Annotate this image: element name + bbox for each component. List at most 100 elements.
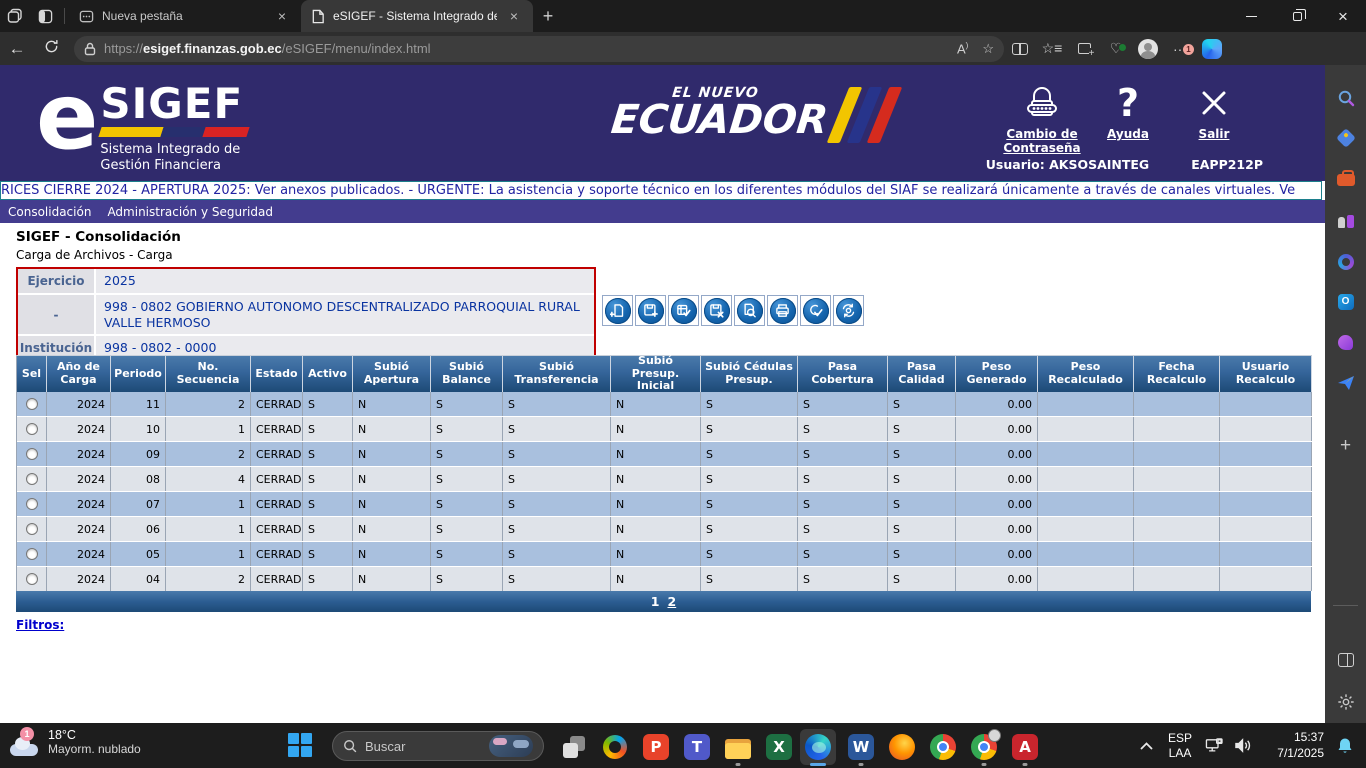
acrobat-icon[interactable] bbox=[1007, 729, 1043, 765]
table-cell: 2 bbox=[166, 392, 251, 416]
network-icon[interactable] bbox=[1200, 738, 1228, 754]
weather-widget[interactable]: 1 18°C Mayorm. nublado bbox=[10, 728, 141, 756]
table-cell: 2024 bbox=[47, 542, 111, 566]
save-add-button[interactable] bbox=[635, 295, 666, 326]
more-menu-icon[interactable]: ···1 bbox=[1164, 41, 1196, 57]
notification-bell-icon[interactable] bbox=[1324, 737, 1366, 754]
shopping-tag-icon[interactable] bbox=[1325, 123, 1366, 153]
row-select-radio[interactable] bbox=[26, 523, 38, 535]
microsoft365-icon[interactable] bbox=[1325, 247, 1366, 277]
table-cell: 0.00 bbox=[956, 492, 1038, 516]
restore-button[interactable] bbox=[1274, 0, 1320, 32]
quality-check-button[interactable] bbox=[800, 295, 831, 326]
favorite-star-icon[interactable]: ☆ bbox=[982, 41, 994, 57]
outlook-icon[interactable] bbox=[1325, 287, 1366, 317]
validate-button[interactable] bbox=[668, 295, 699, 326]
drop-icon[interactable] bbox=[1325, 327, 1366, 357]
edge-icon[interactable] bbox=[800, 729, 836, 765]
row-select-radio[interactable] bbox=[26, 548, 38, 560]
favorites-icon[interactable]: ☆≡ bbox=[1036, 40, 1068, 57]
add-icon[interactable]: + bbox=[1325, 431, 1366, 461]
hidden-icons-chevron[interactable] bbox=[1132, 737, 1160, 755]
copilot-icon[interactable] bbox=[1196, 39, 1228, 59]
change-password-button[interactable]: Cambio de Contraseña bbox=[1003, 79, 1081, 156]
row-select-radio[interactable] bbox=[26, 573, 38, 585]
table-cell bbox=[1134, 567, 1220, 591]
tab-actions-icon[interactable] bbox=[30, 4, 60, 28]
tools-icon[interactable] bbox=[1325, 165, 1366, 195]
table-cell: S bbox=[888, 492, 956, 516]
table-cell: S bbox=[701, 442, 798, 466]
profile-avatar[interactable] bbox=[1132, 39, 1164, 59]
designer-icon[interactable] bbox=[1325, 368, 1366, 398]
taskbar-search[interactable]: Buscar bbox=[332, 731, 544, 761]
table-cell: S bbox=[798, 517, 888, 541]
filters-link[interactable]: Filtros: bbox=[16, 618, 64, 632]
split-screen-icon[interactable] bbox=[1004, 43, 1036, 55]
row-select-radio[interactable] bbox=[26, 398, 38, 410]
close-button[interactable]: × bbox=[1320, 0, 1366, 32]
row-select-radio[interactable] bbox=[26, 498, 38, 510]
table-cell: 06 bbox=[111, 517, 166, 541]
workspaces-icon[interactable] bbox=[0, 4, 30, 28]
excel-icon[interactable] bbox=[761, 729, 797, 765]
games-icon[interactable] bbox=[1325, 206, 1366, 236]
table-cell: 4 bbox=[166, 467, 251, 491]
word-icon[interactable] bbox=[843, 729, 879, 765]
table-cell bbox=[1134, 542, 1220, 566]
delete-button[interactable] bbox=[701, 295, 732, 326]
table-cell: S bbox=[701, 392, 798, 416]
settings-gear-icon[interactable] bbox=[1325, 687, 1366, 717]
start-button[interactable] bbox=[288, 733, 313, 758]
tab-close-icon[interactable]: × bbox=[505, 8, 523, 24]
table-cell: S bbox=[701, 492, 798, 516]
recalculate-button[interactable] bbox=[833, 295, 864, 326]
row-select-radio[interactable] bbox=[26, 448, 38, 460]
collections-icon[interactable] bbox=[1068, 43, 1100, 54]
pdf-app-icon[interactable] bbox=[638, 729, 674, 765]
task-view-icon[interactable] bbox=[556, 729, 592, 765]
help-button[interactable]: ? Ayuda bbox=[1089, 79, 1167, 156]
url-field[interactable]: https://esigef.finanzas.gob.ec/eSIGEF/me… bbox=[74, 36, 1004, 62]
menu-administracion[interactable]: Administración y Seguridad bbox=[107, 205, 273, 219]
back-icon[interactable]: ← bbox=[0, 39, 34, 59]
table-cell: 1 bbox=[166, 517, 251, 541]
tab-nueva-pestana[interactable]: Nueva pestaña × bbox=[69, 0, 301, 32]
read-aloud-icon[interactable]: A) bbox=[957, 41, 968, 56]
copilot-icon[interactable] bbox=[597, 729, 633, 765]
lock-icon bbox=[84, 42, 96, 56]
minimize-button[interactable] bbox=[1228, 0, 1274, 32]
table-cell: S bbox=[431, 442, 503, 466]
table-cell: S bbox=[888, 467, 956, 491]
language-indicator[interactable]: ESP LAA bbox=[1160, 731, 1200, 761]
new-tab-button[interactable]: + bbox=[533, 6, 563, 27]
table-cell bbox=[1134, 442, 1220, 466]
chrome-icon[interactable] bbox=[925, 729, 961, 765]
column-header: Estado bbox=[251, 356, 303, 392]
table-cell: 09 bbox=[111, 442, 166, 466]
file-explorer-icon[interactable] bbox=[720, 729, 756, 765]
chrome-alt-icon[interactable] bbox=[966, 729, 1002, 765]
menu-consolidacion[interactable]: Consolidación bbox=[8, 205, 91, 219]
table-cell: S bbox=[431, 417, 503, 441]
tab-esigef-active[interactable]: eSIGEF - Sistema Integrado de G × bbox=[301, 0, 533, 32]
preview-button[interactable] bbox=[734, 295, 765, 326]
new-file-button[interactable] bbox=[602, 295, 633, 326]
table-cell: 10 bbox=[111, 417, 166, 441]
table-cell: S bbox=[431, 492, 503, 516]
row-select-radio[interactable] bbox=[26, 473, 38, 485]
page-number-link[interactable]: 2 bbox=[668, 594, 677, 609]
print-button[interactable] bbox=[767, 295, 798, 326]
refresh-icon[interactable] bbox=[34, 39, 68, 59]
search-icon[interactable] bbox=[1325, 83, 1366, 113]
browser-essentials-icon[interactable]: ♡ bbox=[1100, 40, 1132, 57]
panel-icon[interactable] bbox=[1325, 645, 1366, 675]
exit-button[interactable]: Salir bbox=[1175, 79, 1253, 156]
teams-icon[interactable] bbox=[679, 729, 715, 765]
tab-close-icon[interactable]: × bbox=[273, 8, 291, 24]
clock[interactable]: 15:37 7/1/2025 bbox=[1262, 730, 1324, 761]
table-cell: S bbox=[888, 567, 956, 591]
row-select-radio[interactable] bbox=[26, 423, 38, 435]
volume-icon[interactable] bbox=[1228, 738, 1256, 753]
firefox-icon[interactable] bbox=[884, 729, 920, 765]
